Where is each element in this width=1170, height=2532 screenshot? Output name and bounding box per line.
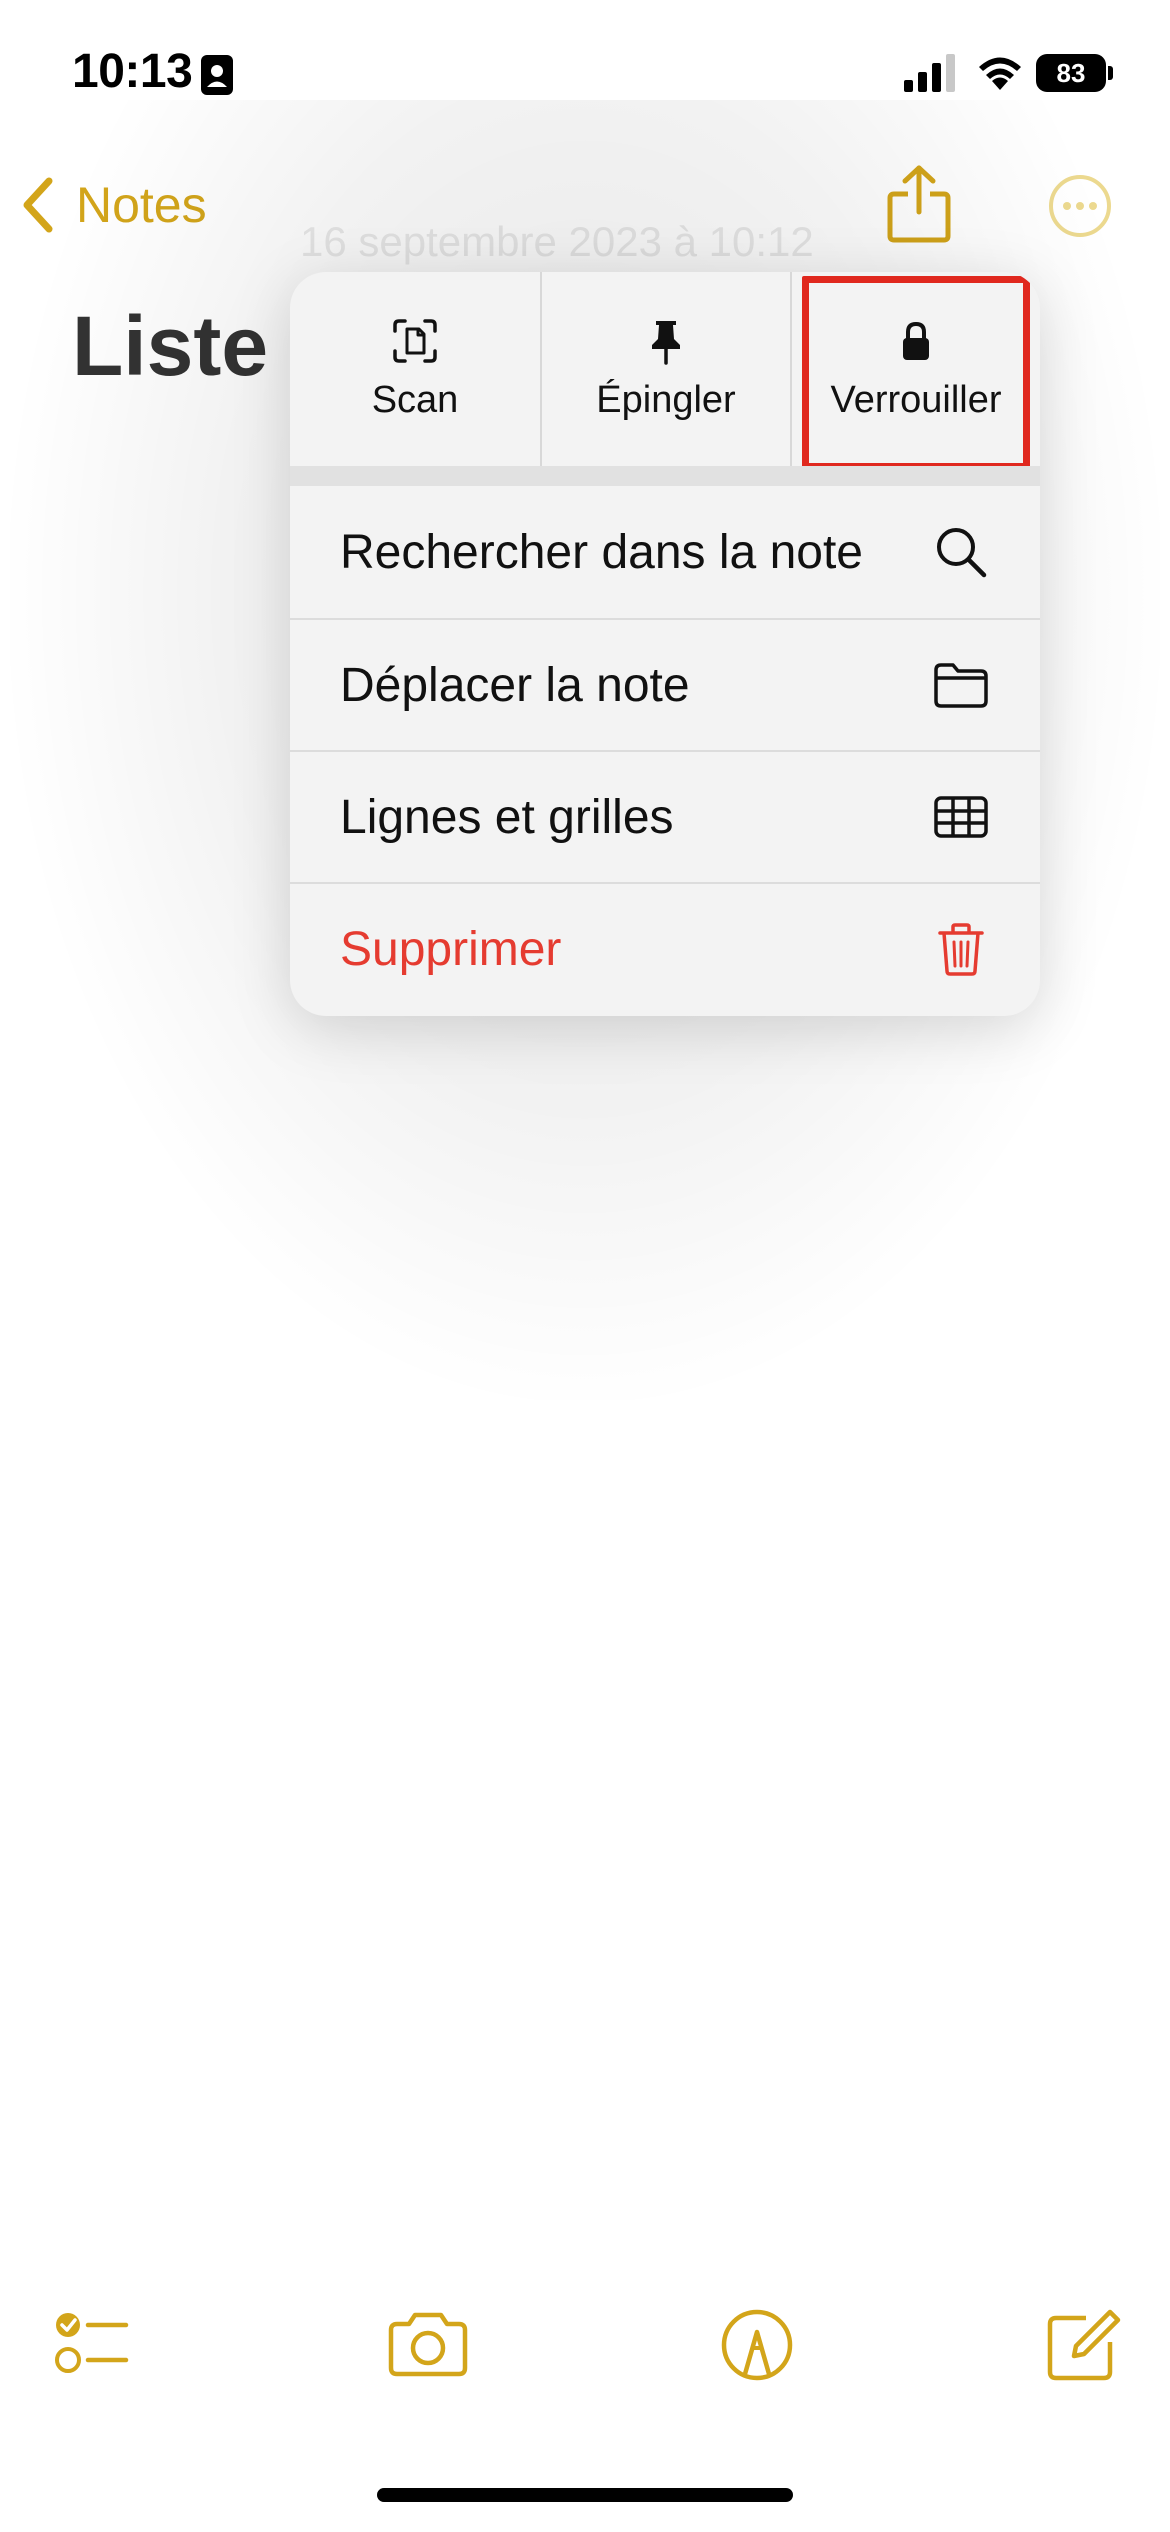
more-options-icon[interactable] (1048, 174, 1112, 238)
quick-actions-row: Scan Épingler Verrouiller (290, 272, 1040, 466)
notes-screen: 10:13 83 Notes 16 septembre 2023 à 10:12… (0, 0, 1170, 2532)
compose-button[interactable] (1038, 2300, 1128, 2390)
battery-level: 83 (1036, 54, 1106, 92)
scan-document-icon (393, 318, 437, 363)
battery-indicator: 83 (1036, 54, 1113, 92)
markup-button[interactable] (712, 2300, 802, 2390)
folder-icon (934, 663, 988, 708)
menu-item-label: Déplacer la note (340, 658, 690, 712)
contact-card-icon (201, 55, 233, 95)
pin-icon (652, 320, 680, 365)
trash-icon (938, 923, 984, 976)
menu-item-label: Lignes et grilles (340, 790, 674, 844)
menu-item-move[interactable]: Déplacer la note (290, 618, 1040, 750)
back-label: Notes (76, 177, 207, 233)
checklist-button[interactable] (48, 2300, 138, 2390)
bottom-toolbar (0, 2300, 1170, 2420)
home-indicator[interactable] (377, 2488, 793, 2502)
scan-label: Scan (371, 378, 459, 421)
share-icon[interactable] (886, 164, 952, 244)
camera-icon (388, 2312, 468, 2377)
status-time: 10:13 (72, 45, 193, 98)
menu-item-search[interactable]: Rechercher dans la note (290, 486, 1040, 618)
menu-item-label: Rechercher dans la note (340, 525, 863, 579)
menu-item-label: Supprimer (340, 922, 562, 976)
chevron-left-icon (23, 177, 53, 233)
lock-button[interactable]: Verrouiller (790, 272, 1040, 466)
menu-item-list: Rechercher dans la note Déplacer la note… (290, 486, 1040, 1014)
pin-label: Épingler (596, 378, 736, 421)
markup-icon (721, 2309, 793, 2381)
note-options-menu: Scan Épingler Verrouiller Rechercher dan… (290, 272, 1040, 1016)
checklist-icon (55, 2313, 129, 2373)
scan-button[interactable]: Scan (290, 272, 540, 466)
search-icon (937, 528, 987, 578)
status-bar: 10:13 83 (0, 0, 1170, 150)
grid-icon (934, 796, 988, 838)
pin-button[interactable]: Épingler (540, 272, 790, 466)
note-date: 16 septembre 2023 à 10:12 (300, 218, 814, 265)
menu-item-lines-grids[interactable]: Lignes et grilles (290, 750, 1040, 882)
back-button[interactable]: Notes (20, 170, 207, 240)
compose-icon (1047, 2309, 1121, 2381)
cellular-signal-icon (904, 54, 955, 92)
lock-icon (903, 321, 929, 360)
menu-separator (290, 466, 1040, 486)
camera-button[interactable] (383, 2300, 473, 2390)
menu-item-delete[interactable]: Supprimer (290, 882, 1040, 1014)
battery-cap (1108, 66, 1113, 80)
wifi-icon (979, 57, 1021, 90)
lock-label: Verrouiller (830, 378, 1002, 421)
